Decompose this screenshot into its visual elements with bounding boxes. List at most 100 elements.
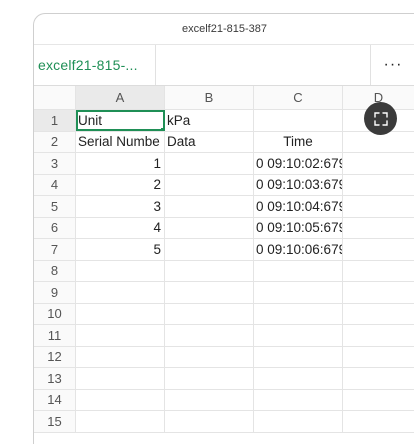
- cell-c10[interactable]: [254, 303, 343, 324]
- cell-d12[interactable]: [343, 347, 414, 368]
- window-title: excelf21-815-387: [34, 14, 414, 45]
- row-header[interactable]: 15: [34, 411, 76, 432]
- cell-d5[interactable]: [343, 196, 414, 217]
- cell-b13[interactable]: [165, 368, 254, 389]
- cell-c3[interactable]: 0 09:10:02:679: [254, 153, 343, 174]
- more-icon: ···: [383, 56, 403, 73]
- table-row: 15: [34, 411, 414, 433]
- spreadsheet-viewer: excelf21-815-387 excelf21-815-... ··· A …: [33, 13, 414, 444]
- cell-d7[interactable]: [343, 239, 414, 260]
- cell-a4[interactable]: 2: [76, 174, 165, 195]
- cell-b5[interactable]: [165, 196, 254, 217]
- cell-d6[interactable]: [343, 218, 414, 239]
- cell-b2[interactable]: Data: [165, 131, 254, 152]
- cell-b9[interactable]: [165, 282, 254, 303]
- cell-a10[interactable]: [76, 303, 165, 324]
- row-header[interactable]: 14: [34, 389, 76, 410]
- cell-b7[interactable]: [165, 239, 254, 260]
- cell-a13[interactable]: [76, 368, 165, 389]
- table-row: 2 Serial Numbe Data Time: [34, 131, 414, 153]
- sheet-tab-bar: excelf21-815-... ···: [34, 45, 414, 86]
- table-row: 11: [34, 325, 414, 347]
- table-row: 42 0 09:10:03:679: [34, 174, 414, 196]
- row-header[interactable]: 5: [34, 196, 76, 217]
- cell-d13[interactable]: [343, 368, 414, 389]
- cell-a12[interactable]: [76, 346, 165, 367]
- cell-a7[interactable]: 5: [76, 239, 165, 260]
- cell-a11[interactable]: [76, 325, 165, 346]
- column-header-b[interactable]: B: [165, 86, 254, 109]
- cell-c12[interactable]: [254, 346, 343, 367]
- table-row: 64 0 09:10:05:679: [34, 217, 414, 239]
- table-row: 75 0 09:10:06:679: [34, 239, 414, 261]
- cell-d14[interactable]: [343, 390, 414, 411]
- row-header[interactable]: 8: [34, 260, 76, 281]
- cell-d8[interactable]: [343, 261, 414, 282]
- row-header[interactable]: 3: [34, 153, 76, 174]
- row-header[interactable]: 11: [34, 325, 76, 346]
- column-header-a[interactable]: A: [76, 86, 165, 109]
- cell-a15[interactable]: [76, 411, 165, 432]
- cell-c1[interactable]: [254, 110, 343, 131]
- cell-c4[interactable]: 0 09:10:03:679: [254, 174, 343, 195]
- cell-c5[interactable]: 0 09:10:04:679: [254, 196, 343, 217]
- row-header[interactable]: 13: [34, 368, 76, 389]
- row-header[interactable]: 4: [34, 174, 76, 195]
- row-header[interactable]: 7: [34, 239, 76, 260]
- cell-c8[interactable]: [254, 260, 343, 281]
- select-all-corner[interactable]: [34, 86, 76, 109]
- sheet-tab-label: excelf21-815-...: [38, 57, 138, 73]
- cell-b15[interactable]: [165, 411, 254, 432]
- cell-a5[interactable]: 3: [76, 196, 165, 217]
- cell-c13[interactable]: [254, 368, 343, 389]
- row-header[interactable]: 12: [34, 346, 76, 367]
- cell-a14[interactable]: [76, 389, 165, 410]
- table-row: 53 0 09:10:04:679: [34, 196, 414, 218]
- cell-c2[interactable]: Time: [254, 131, 343, 152]
- row-header[interactable]: 10: [34, 303, 76, 324]
- row-header[interactable]: 9: [34, 282, 76, 303]
- cell-b4[interactable]: [165, 174, 254, 195]
- cell-d4[interactable]: [343, 175, 414, 196]
- cell-c6[interactable]: 0 09:10:05:679: [254, 217, 343, 238]
- cell-c9[interactable]: [254, 282, 343, 303]
- fill-handle[interactable]: [161, 127, 164, 131]
- cell-a9[interactable]: [76, 282, 165, 303]
- cell-b12[interactable]: [165, 346, 254, 367]
- table-row: 9: [34, 282, 414, 304]
- cell-a3[interactable]: 1: [76, 153, 165, 174]
- expand-icon: [373, 111, 388, 126]
- table-row: 8: [34, 260, 414, 282]
- cell-b1[interactable]: kPa: [165, 110, 254, 131]
- cell-a1[interactable]: Unit: [76, 110, 165, 131]
- more-options-button[interactable]: ···: [370, 45, 414, 85]
- fullscreen-button[interactable]: [364, 102, 397, 135]
- cell-a2[interactable]: Serial Numbe: [76, 131, 165, 152]
- cell-c11[interactable]: [254, 325, 343, 346]
- table-row: 10: [34, 303, 414, 325]
- cell-b8[interactable]: [165, 260, 254, 281]
- cell-b6[interactable]: [165, 217, 254, 238]
- cell-c7[interactable]: 0 09:10:06:679: [254, 239, 343, 260]
- table-row: 1 Unit kPa: [34, 110, 414, 132]
- cell-b10[interactable]: [165, 303, 254, 324]
- row-header[interactable]: 1: [34, 110, 76, 131]
- cell-d10[interactable]: [343, 304, 414, 325]
- cell-c14[interactable]: [254, 389, 343, 410]
- cell-d3[interactable]: [343, 153, 414, 174]
- cell-d9[interactable]: [343, 282, 414, 303]
- sheet-tab[interactable]: excelf21-815-...: [34, 45, 156, 85]
- cell-d11[interactable]: [343, 325, 414, 346]
- row-header[interactable]: 6: [34, 217, 76, 238]
- cell-b3[interactable]: [165, 153, 254, 174]
- column-header-c[interactable]: C: [254, 86, 343, 109]
- cell-a8[interactable]: [76, 260, 165, 281]
- cell-a6[interactable]: 4: [76, 217, 165, 238]
- cell-c15[interactable]: [254, 411, 343, 432]
- cell-b11[interactable]: [165, 325, 254, 346]
- table-row: 13: [34, 368, 414, 390]
- column-header-row: A B C D: [34, 86, 414, 110]
- cell-d15[interactable]: [343, 411, 414, 432]
- row-header[interactable]: 2: [34, 131, 76, 152]
- cell-b14[interactable]: [165, 389, 254, 410]
